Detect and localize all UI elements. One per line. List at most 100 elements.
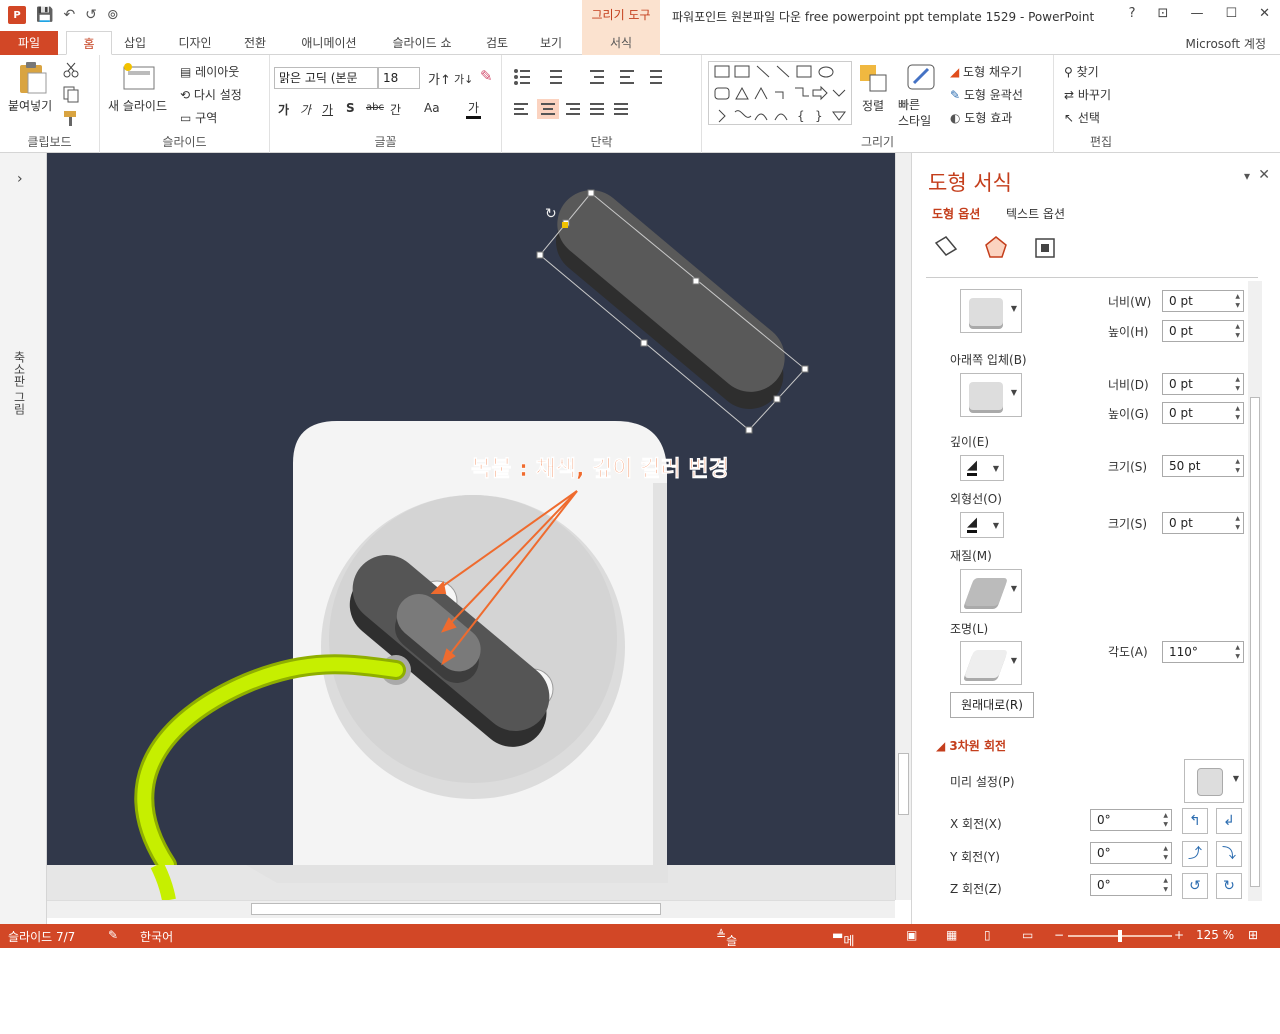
clear-format-icon[interactable]: ✎	[480, 67, 493, 85]
zoom-in-icon[interactable]: +	[1174, 928, 1184, 942]
select-button[interactable]: ↖ 선택	[1064, 109, 1100, 126]
reset-3d-button[interactable]: 원래대로(R)	[950, 692, 1034, 718]
vertical-scroll-thumb[interactable]	[898, 753, 909, 815]
tab-insert[interactable]: 삽입	[116, 31, 154, 55]
bottom-bevel-width-spin[interactable]: 0 pt	[1162, 373, 1244, 395]
italic-button[interactable]: 가	[300, 101, 311, 118]
z-rotation-spin[interactable]: 0°	[1090, 874, 1172, 896]
contour-color-button[interactable]: ◢ ▼	[960, 512, 1004, 538]
material-dropdown[interactable]: ▼	[960, 569, 1022, 613]
tab-review[interactable]: 검토	[478, 31, 516, 55]
top-bevel-width-spin[interactable]: 0 pt	[1162, 290, 1244, 312]
close-icon[interactable]: ✕	[1259, 6, 1270, 21]
undo-icon[interactable]: ↶	[63, 7, 75, 23]
pane-close-icon[interactable]: ✕	[1258, 167, 1270, 183]
depth-size-spin[interactable]: 50 pt	[1162, 455, 1244, 477]
replace-button[interactable]: ⇄ 바꾸기	[1064, 86, 1111, 103]
rotation-preset-dropdown[interactable]: ▼	[1184, 759, 1244, 803]
maximize-icon[interactable]: ☐	[1225, 6, 1237, 21]
list-buttons[interactable]	[510, 67, 690, 87]
lighting-dropdown[interactable]: ▼	[960, 641, 1022, 685]
quick-styles-button[interactable]: 빠른 스타일	[898, 97, 931, 129]
zoom-level[interactable]: 125 %	[1196, 928, 1234, 942]
cut-icon[interactable]	[62, 61, 80, 79]
zoom-slider[interactable]	[1068, 930, 1172, 942]
redo-icon[interactable]: ↺	[85, 7, 97, 23]
paste-icon[interactable]	[16, 61, 48, 95]
char-spacing-button[interactable]: 간	[390, 101, 401, 118]
new-slide-icon[interactable]	[122, 61, 156, 91]
slideshow-icon[interactable]: ⊚	[107, 7, 119, 23]
pane-options-icon[interactable]: ▾	[1244, 169, 1250, 183]
section-button[interactable]: ▭ 구역	[180, 109, 217, 126]
tab-view[interactable]: 보기	[532, 31, 570, 55]
new-slide-button[interactable]: 새 슬라이드	[108, 97, 167, 114]
thumbnails-label[interactable]: 축소판 그림	[11, 351, 28, 415]
x-rotate-left-icon[interactable]: ↰	[1182, 808, 1208, 834]
shapes-gallery[interactable]: {}	[708, 61, 852, 125]
selected-pill-shape[interactable]	[534, 176, 806, 423]
ribbon-display-icon[interactable]: ⊡	[1158, 6, 1169, 21]
shape-fill-button[interactable]: ◢ 도형 채우기	[950, 63, 1022, 80]
z-rotate-cw-icon[interactable]: ↻	[1216, 873, 1242, 899]
find-button[interactable]: ⚲ 찾기	[1064, 63, 1099, 80]
font-color-button[interactable]: 가	[466, 99, 482, 119]
notes-button[interactable]: ≜ 슬라이드 노트	[716, 928, 737, 1033]
tab-animations[interactable]: 애니메이션	[292, 31, 366, 55]
tab-shape-options[interactable]: 도형 옵션	[932, 205, 980, 222]
fit-slide-icon[interactable]: ⊞	[1248, 928, 1258, 942]
copy-icon[interactable]	[62, 85, 80, 103]
z-rotate-ccw-icon[interactable]: ↺	[1182, 873, 1208, 899]
contour-size-spin[interactable]: 0 pt	[1162, 512, 1244, 534]
grow-font-icon[interactable]: 가↑	[428, 69, 451, 88]
quick-styles-icon[interactable]	[906, 63, 938, 93]
normal-view-icon[interactable]: ▣	[906, 928, 917, 942]
tab-transitions[interactable]: 전환	[236, 31, 274, 55]
expand-thumbnails-icon[interactable]: ›	[17, 171, 23, 187]
tab-slideshow[interactable]: 슬라이드 쇼	[384, 31, 460, 55]
format-painter-icon[interactable]	[62, 109, 80, 127]
paste-button[interactable]: 붙여넣기	[8, 97, 52, 114]
rotate-handle-icon[interactable]: ↻	[545, 206, 557, 222]
shrink-font-icon[interactable]: 가↓	[454, 71, 473, 87]
horizontal-scrollbar[interactable]	[47, 900, 895, 918]
pane-category-icons[interactable]	[932, 233, 1062, 265]
minimize-icon[interactable]: —	[1190, 6, 1203, 21]
shape-outline-button[interactable]: ✎ 도형 윤곽선	[950, 86, 1023, 103]
y-rotate-down-icon[interactable]: ⤵	[1216, 841, 1242, 867]
strikethrough-button[interactable]: abc	[366, 102, 384, 113]
pane-scroll-thumb[interactable]	[1250, 397, 1260, 887]
zoom-out-icon[interactable]: −	[1054, 928, 1064, 942]
arrange-icon[interactable]	[858, 63, 888, 93]
spellcheck-icon[interactable]: ✎	[108, 928, 118, 942]
alignment-buttons[interactable]	[510, 99, 690, 119]
shape-effects-button[interactable]: ◐ 도형 효과	[950, 109, 1012, 126]
bottom-bevel-height-spin[interactable]: 0 pt	[1162, 402, 1244, 424]
slide-sorter-icon[interactable]: ▦	[946, 928, 957, 942]
tab-text-options[interactable]: 텍스트 옵션	[1006, 205, 1065, 222]
depth-color-button[interactable]: ◢ ▼	[960, 455, 1004, 481]
tab-file[interactable]: 파일	[0, 31, 58, 55]
layout-button[interactable]: ▤ 레이아웃	[180, 63, 239, 80]
bottom-bevel-dropdown[interactable]: ▼	[960, 373, 1022, 417]
zoom-slider-thumb[interactable]	[1118, 930, 1122, 942]
horizontal-scroll-thumb[interactable]	[251, 903, 661, 915]
comments-button[interactable]: ▬ 메모	[832, 928, 854, 965]
adjust-handle[interactable]	[562, 222, 568, 228]
font-size-dropdown[interactable]: 18	[378, 67, 420, 89]
tab-home[interactable]: 홈	[66, 31, 112, 55]
underline-button[interactable]: 가	[322, 101, 333, 118]
font-name-dropdown[interactable]: 맑은 고딕 (본문	[274, 67, 378, 89]
change-case-button[interactable]: Aa	[424, 101, 440, 115]
pane-scrollbar[interactable]	[1248, 281, 1262, 901]
help-icon[interactable]: ?	[1129, 6, 1136, 21]
shadow-button[interactable]: S	[346, 101, 355, 115]
x-rotation-spin[interactable]: 0°	[1090, 809, 1172, 831]
reading-view-icon[interactable]: ▯	[984, 928, 991, 942]
slideshow-view-icon[interactable]: ▭	[1022, 928, 1033, 942]
vertical-scrollbar[interactable]	[895, 153, 911, 900]
top-bevel-height-spin[interactable]: 0 pt	[1162, 320, 1244, 342]
angle-spin[interactable]: 110°	[1162, 641, 1244, 663]
y-rotate-up-icon[interactable]: ⤴	[1182, 841, 1208, 867]
save-icon[interactable]: 💾	[36, 7, 53, 23]
